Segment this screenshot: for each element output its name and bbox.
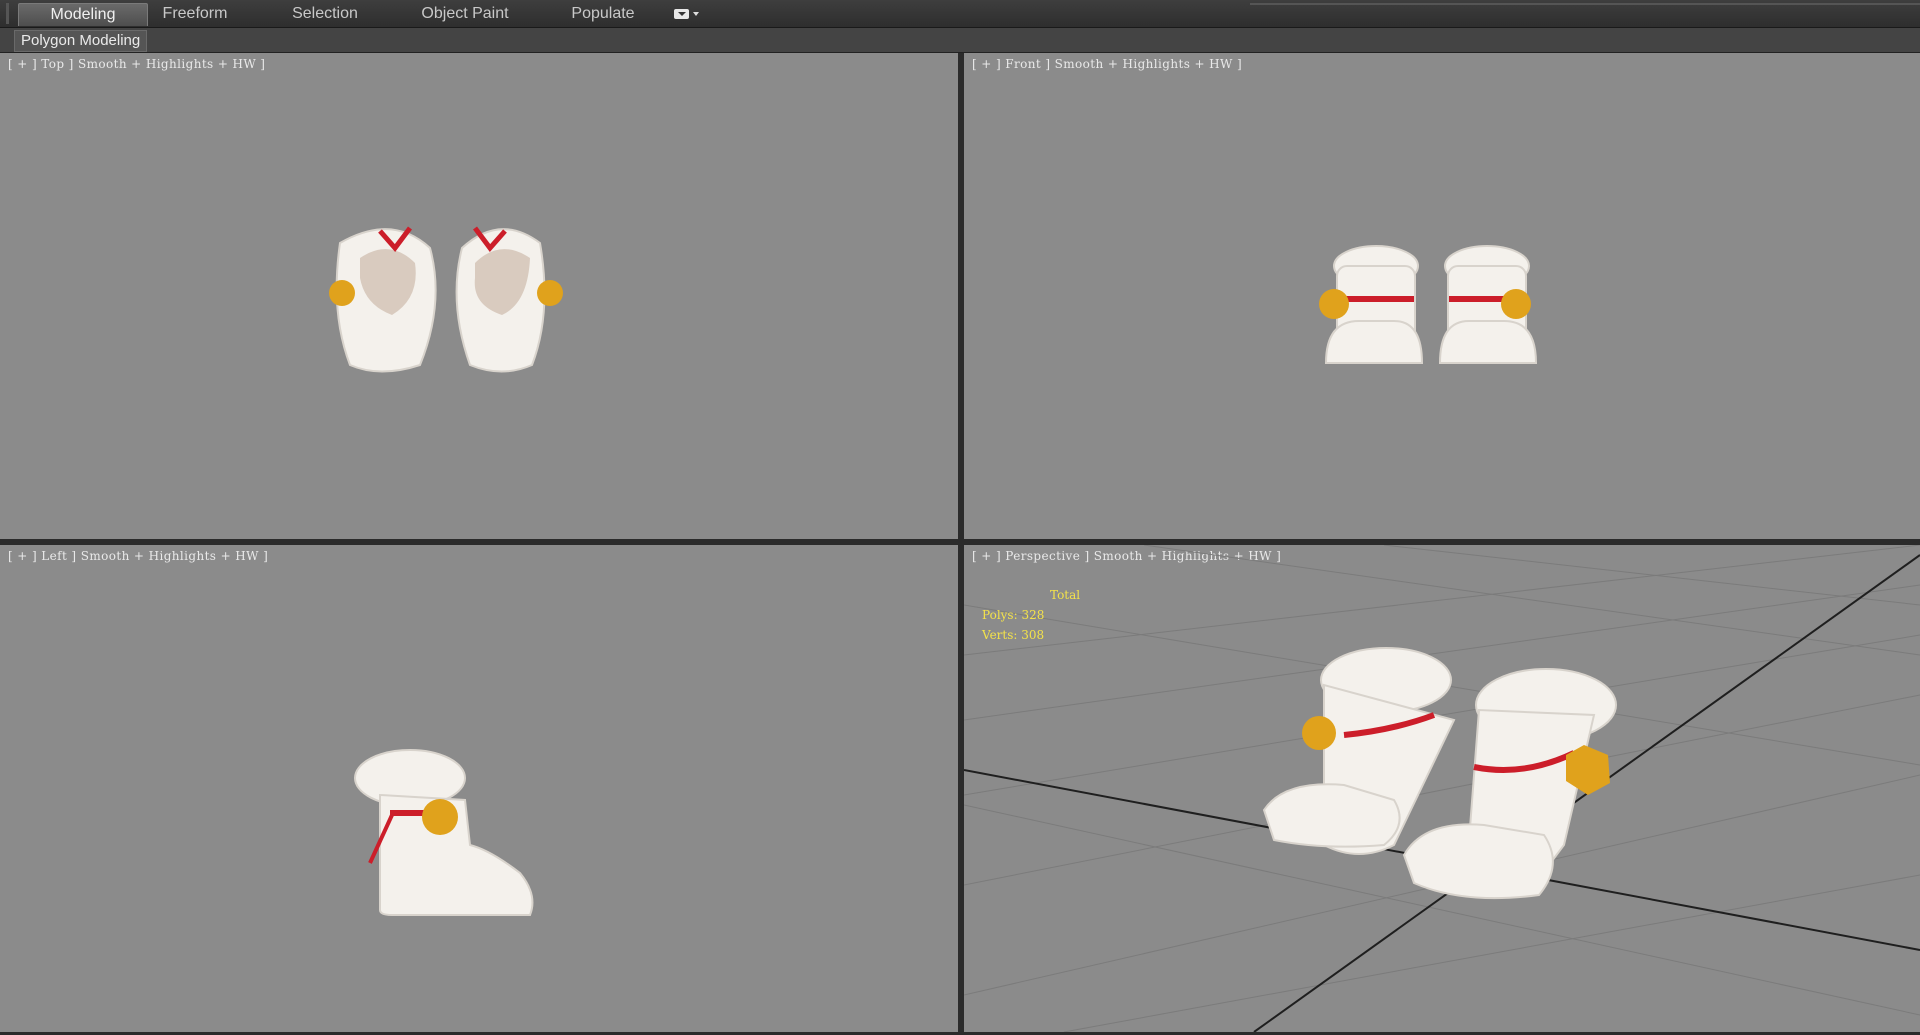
- boot-side: [354, 749, 534, 916]
- perspective-grid-and-model: [964, 545, 1920, 1032]
- viewport-front[interactable]: [ + ] Front ] Smooth + Highlights + HW ]: [964, 53, 1920, 539]
- boot-top-left: [329, 226, 437, 373]
- boot-front-left: [1319, 245, 1424, 364]
- viewport-top[interactable]: [ + ] Top ] Smooth + Highlights + HW ]: [0, 53, 958, 539]
- tab-populate[interactable]: Populate: [560, 3, 646, 25]
- stats-total-label: Total: [1050, 588, 1081, 602]
- model-front-view: [1319, 245, 1538, 364]
- display-box-icon: [674, 9, 689, 19]
- ribbon-bar: Modeling Freeform Selection Object Paint…: [0, 0, 1920, 28]
- ground-grid: [964, 545, 1920, 1032]
- polygon-modeling-panel-button[interactable]: Polygon Modeling: [14, 30, 148, 52]
- viewport-left[interactable]: [ + ] Left ] Smooth + Highlights + HW ]: [0, 545, 958, 1032]
- model-top-view: [329, 226, 563, 373]
- boot-front-right: [1438, 245, 1538, 364]
- tab-selection[interactable]: Selection: [280, 3, 370, 25]
- tab-modeling[interactable]: Modeling: [18, 3, 148, 26]
- ribbon-display-dropdown-icon[interactable]: [674, 8, 706, 20]
- tab-object-paint[interactable]: Object Paint: [410, 3, 520, 25]
- ribbon-panel-bar: Polygon Modeling: [0, 28, 1920, 53]
- stats-polys: Polys: 328: [982, 608, 1045, 622]
- scene-statistics: Total Polys: 328 Verts: 308: [982, 585, 1080, 645]
- stats-verts: Verts: 308: [982, 628, 1045, 642]
- ribbon-grip[interactable]: [6, 3, 9, 24]
- tab-freeform[interactable]: Freeform: [150, 3, 240, 25]
- boot-perspective-left: [1262, 647, 1456, 855]
- model-left-view: [354, 749, 534, 916]
- chevron-down-icon: [693, 12, 699, 16]
- boot-top-right: [455, 226, 563, 373]
- ribbon-divider: [1250, 3, 1920, 5]
- boot-perspective-right: [1402, 668, 1617, 900]
- viewport-perspective[interactable]: [ + ] Perspective ] Smooth + Highlights …: [964, 545, 1920, 1032]
